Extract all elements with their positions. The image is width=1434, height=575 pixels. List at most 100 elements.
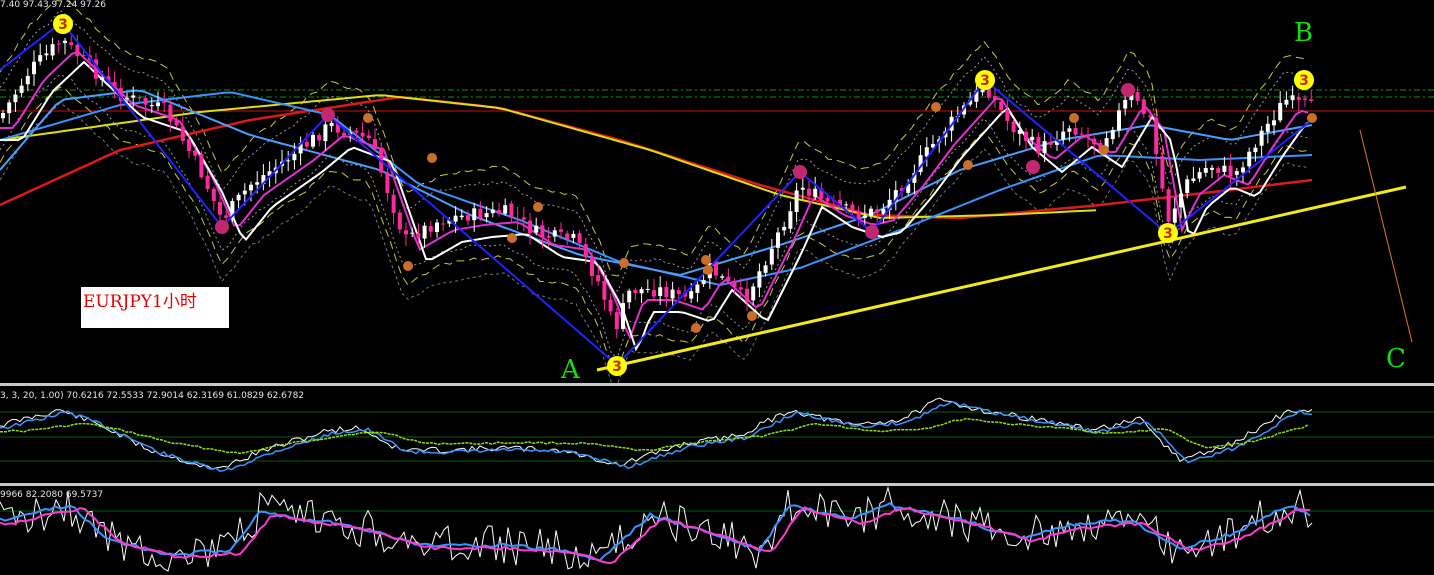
pivot-marker-small bbox=[701, 255, 711, 265]
candle-body bbox=[645, 289, 650, 291]
candle-body bbox=[255, 182, 260, 185]
candle-body bbox=[435, 222, 439, 232]
candle-body bbox=[453, 215, 458, 222]
trend-lines bbox=[596, 129, 1413, 372]
main-header-values: 7.40 97.43 97.24 97.26 bbox=[0, 0, 106, 10]
pivot-marker-minor bbox=[215, 220, 229, 234]
moving-average-red bbox=[0, 95, 1313, 220]
pivot-marker-small bbox=[533, 202, 543, 212]
candle-body bbox=[143, 97, 148, 105]
candle-body bbox=[1265, 123, 1270, 132]
pivot-marker-minor bbox=[1121, 83, 1135, 97]
candle-body bbox=[311, 134, 315, 147]
projection-line bbox=[1359, 129, 1413, 343]
candle-body bbox=[745, 288, 749, 303]
pivot-marker-small bbox=[703, 265, 713, 275]
pivot-marker-small bbox=[691, 323, 701, 333]
candle-body bbox=[137, 97, 142, 99]
candle-body bbox=[397, 212, 402, 230]
candle-body bbox=[149, 104, 154, 107]
candle-body bbox=[602, 280, 607, 300]
candle-body bbox=[459, 215, 464, 218]
candle-body bbox=[621, 303, 625, 329]
pivot-marker-small bbox=[747, 311, 757, 321]
pivot-marker-minor bbox=[793, 165, 807, 179]
candle-body bbox=[1092, 138, 1097, 145]
candle-body bbox=[701, 280, 706, 285]
pivot-marker-label: 3 bbox=[612, 359, 622, 375]
oscillator-fast-line bbox=[0, 502, 1311, 562]
candle-body bbox=[652, 290, 656, 297]
candle-body bbox=[577, 233, 582, 243]
candle-body bbox=[187, 139, 191, 152]
candle-body bbox=[199, 154, 204, 178]
candle-body bbox=[236, 194, 241, 201]
pivot-marker-minor bbox=[1026, 160, 1040, 174]
candle-body bbox=[1222, 165, 1227, 172]
candle-body bbox=[391, 194, 396, 213]
candle-body bbox=[317, 135, 322, 141]
candle-body bbox=[211, 188, 216, 202]
candle-body bbox=[614, 312, 619, 330]
candle-body bbox=[131, 95, 136, 98]
candle-body bbox=[800, 187, 805, 190]
candle-body bbox=[1172, 208, 1177, 223]
candle-body bbox=[329, 122, 334, 127]
candle-body bbox=[732, 280, 737, 288]
candle-body bbox=[193, 150, 198, 156]
candle-body bbox=[633, 289, 638, 294]
candle-body bbox=[1011, 121, 1016, 133]
candle-body bbox=[25, 75, 30, 85]
candle-body bbox=[125, 98, 129, 100]
candle-body bbox=[168, 104, 173, 122]
candle-body bbox=[69, 42, 74, 46]
candle-body bbox=[738, 287, 743, 290]
candle-body bbox=[286, 160, 291, 162]
candle-body bbox=[1, 113, 5, 119]
candle-body bbox=[757, 271, 762, 288]
candle-body bbox=[503, 205, 508, 214]
candle-body bbox=[342, 132, 346, 136]
candle-body bbox=[1154, 117, 1159, 155]
candle-body bbox=[540, 225, 545, 238]
candle-body bbox=[1017, 130, 1022, 134]
candle-body bbox=[1284, 99, 1289, 105]
candle-body bbox=[627, 290, 632, 303]
candle-body bbox=[1042, 141, 1047, 153]
candle-body bbox=[1024, 131, 1028, 141]
candle-body bbox=[1296, 97, 1301, 100]
candle-body bbox=[373, 139, 377, 150]
candle-body bbox=[354, 130, 359, 133]
candle-body bbox=[174, 119, 179, 126]
candle-body bbox=[1148, 115, 1152, 117]
panel-separator-1 bbox=[0, 383, 1434, 386]
candle-body bbox=[7, 102, 12, 114]
candle-body bbox=[1247, 151, 1252, 167]
candle-body bbox=[862, 215, 867, 218]
candle-body bbox=[720, 276, 725, 278]
candle-body bbox=[416, 233, 421, 239]
candle-body bbox=[571, 233, 576, 238]
candle-body bbox=[428, 226, 433, 232]
candle-body bbox=[813, 188, 818, 197]
candle-body bbox=[1135, 92, 1140, 101]
candle-body bbox=[856, 211, 861, 220]
candle-body bbox=[999, 101, 1004, 110]
candle-body bbox=[1166, 189, 1171, 222]
oscillator-raw-line bbox=[0, 485, 1313, 572]
candle-body bbox=[825, 197, 830, 202]
candle-body bbox=[676, 290, 681, 295]
candle-body bbox=[1073, 127, 1078, 135]
candle-body bbox=[1278, 102, 1283, 121]
candle-body bbox=[844, 204, 849, 206]
candle-body bbox=[249, 184, 253, 191]
pivot-marker-label: 3 bbox=[1299, 73, 1309, 89]
candle-body bbox=[404, 230, 408, 235]
candle-body bbox=[670, 289, 675, 299]
candle-body bbox=[1179, 193, 1183, 208]
pivot-marker-minor bbox=[865, 225, 879, 239]
pivot-marker-small bbox=[963, 160, 973, 170]
candle-body bbox=[218, 202, 222, 215]
candle-body bbox=[13, 94, 18, 103]
candle-body bbox=[869, 208, 873, 216]
